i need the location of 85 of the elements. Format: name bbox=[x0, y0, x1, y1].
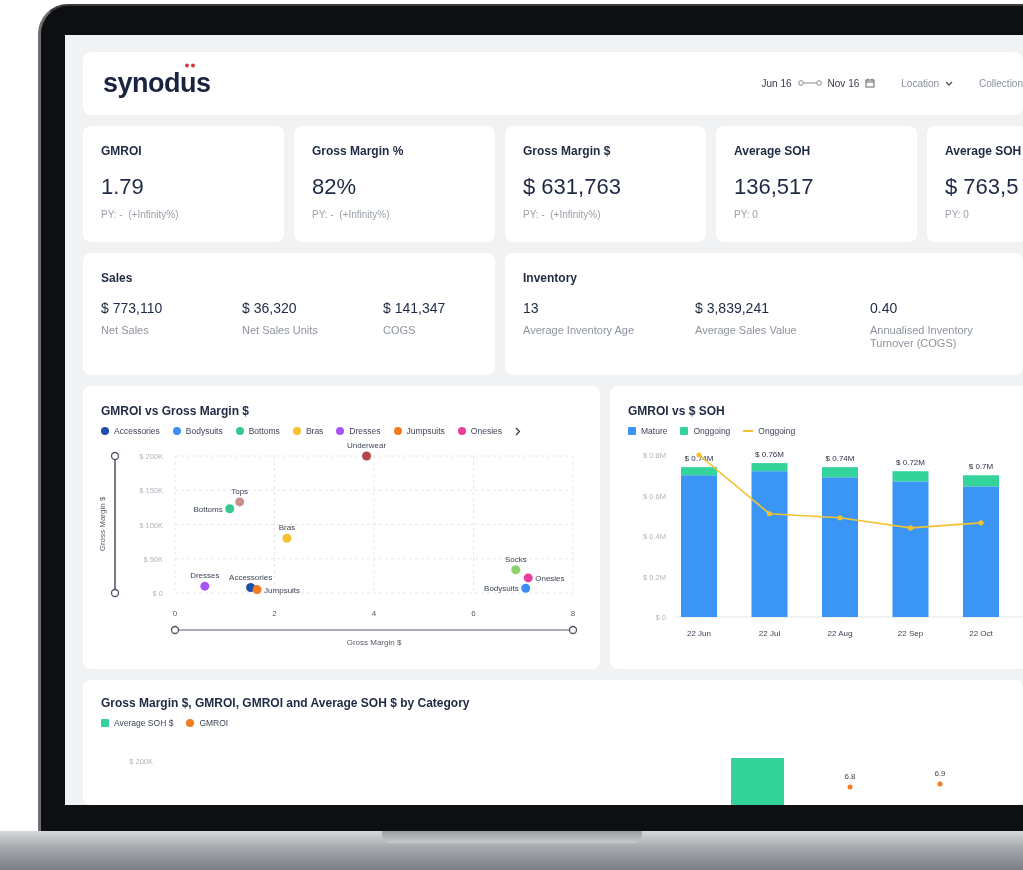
kpi-value: $ 631,763 bbox=[523, 173, 622, 200]
axis-tick-label: 22 Oct bbox=[969, 629, 993, 639]
chart-title: GMROI vs $ SOH bbox=[628, 404, 726, 419]
axis-tick-label: 2 bbox=[272, 609, 277, 619]
bar-value-label: $ 0.74M bbox=[825, 454, 855, 464]
kpi-title: Gross Margin % bbox=[312, 143, 405, 158]
metric-label: COGS bbox=[383, 324, 417, 338]
legend-item: Average SOH $ bbox=[101, 718, 174, 728]
date-range-picker[interactable]: Jun 16 Nov 16 bbox=[761, 77, 876, 89]
point-label: Bodysuits bbox=[484, 584, 519, 594]
axis-tick-label: 6 bbox=[471, 609, 476, 619]
point-label: 6.9 bbox=[934, 769, 946, 778]
point-label: Dresses bbox=[190, 571, 220, 581]
chevron-right-icon[interactable] bbox=[515, 426, 521, 436]
point-label: Jumpsuits bbox=[264, 586, 301, 596]
point-label: 6.8 bbox=[844, 772, 856, 781]
x-range-slider[interactable] bbox=[170, 626, 578, 635]
point-label: Underwear bbox=[346, 441, 387, 451]
legend-item: Bodysuits bbox=[172, 426, 223, 437]
kpi-value: 82% bbox=[312, 173, 358, 200]
range-slider-icon bbox=[797, 80, 822, 87]
kpi-comparison: PY: 0 bbox=[734, 208, 759, 220]
kpi-comparison: PY: - (+Infinity%) bbox=[101, 208, 180, 220]
point-label: Onesies bbox=[535, 574, 565, 584]
chart-title: GMROI vs Gross Margin $ bbox=[101, 404, 251, 419]
point-label: Bottoms bbox=[193, 505, 223, 515]
bar-value-label: $ 0.76M bbox=[755, 450, 784, 460]
legend-item: Bottoms bbox=[235, 426, 280, 437]
metric-label: Net Sales bbox=[101, 324, 150, 338]
kpi-title: Average SOH bbox=[734, 143, 812, 158]
legend-item: GMROI bbox=[186, 718, 229, 728]
metric-value: $ 36,320 bbox=[242, 300, 298, 317]
axis-tick-label: 8 bbox=[570, 609, 576, 619]
legend-item: Jumpsuits bbox=[393, 426, 445, 437]
kpi-title: Gross Margin $ bbox=[523, 143, 612, 158]
axis-tick-label: 22 Aug bbox=[827, 629, 853, 639]
axis-tick-label: 22 Jun bbox=[687, 629, 711, 639]
legend-item: Onesies bbox=[457, 426, 502, 437]
axis-tick-label: 22 Sep bbox=[897, 629, 924, 639]
bar bbox=[731, 758, 784, 805]
point-label: Accessories bbox=[229, 572, 273, 582]
kpi-comparison: PY: 0 bbox=[945, 208, 970, 220]
kpi-value: 136,517 bbox=[734, 173, 815, 200]
axis-tick-label: 4 bbox=[371, 609, 377, 619]
metric-label: Average Sales Value bbox=[695, 324, 798, 338]
legend-item: Onggoing bbox=[680, 426, 731, 437]
axis-tick-label: 0 bbox=[172, 609, 178, 619]
calendar-icon bbox=[865, 78, 876, 89]
metric-value: 13 bbox=[523, 300, 540, 317]
logo-dots-icon bbox=[184, 63, 196, 69]
axis-tick-label: 22 Jul bbox=[758, 629, 781, 639]
metric-label: Net Sales Units bbox=[242, 324, 319, 338]
kpi-comparison: PY: - (+Infinity%) bbox=[312, 208, 391, 220]
metric-value: 0.40 bbox=[870, 300, 899, 317]
filter-dropdown[interactable]: Collection bbox=[979, 77, 1023, 89]
kpi-comparison: PY: - (+Infinity%) bbox=[523, 208, 602, 220]
metric-label: Annualised Inventory Turnover (COGS) bbox=[870, 324, 974, 351]
kpi-value: 1.79 bbox=[101, 173, 145, 200]
filter-dropdown[interactable]: Location bbox=[901, 77, 954, 89]
card-title: Sales bbox=[101, 271, 134, 286]
metric-value: $ 773,110 bbox=[101, 300, 164, 317]
bar-value-label: $ 0.72M bbox=[896, 458, 925, 468]
axis-title: Gross Margin $ bbox=[98, 497, 107, 552]
data-point bbox=[847, 784, 853, 790]
card-title: Inventory bbox=[523, 271, 578, 286]
legend-item: Onggoing bbox=[743, 426, 796, 437]
legend-item: Bras bbox=[292, 426, 324, 437]
kpi-title: GMROI bbox=[101, 143, 143, 158]
point-label: Bras bbox=[278, 523, 296, 533]
kpi-value: $ 763,5 bbox=[945, 173, 1020, 200]
legend-item: Mature bbox=[628, 426, 668, 437]
data-point bbox=[937, 781, 943, 787]
metric-label: Average Inventory Age bbox=[523, 324, 636, 338]
logo-text: synodus bbox=[103, 68, 211, 99]
point-label: Socks bbox=[504, 555, 527, 565]
legend-item: Dresses bbox=[336, 426, 381, 437]
chart-title: Gross Margin $, GMROI, GMROI and Average SOH $ by Category bbox=[101, 696, 471, 710]
legend-item: Accessories bbox=[101, 426, 160, 437]
kpi-title: Average SOH bbox=[945, 143, 1023, 158]
point-label: Tops bbox=[231, 487, 249, 497]
metric-value: $ 3,839,241 bbox=[695, 300, 770, 317]
metric-value: $ 141,347 bbox=[383, 300, 447, 317]
axis-title: Gross Margin $ bbox=[346, 638, 402, 648]
y-range-slider[interactable] bbox=[110, 452, 120, 598]
bar-value-label: $ 0.7M bbox=[968, 462, 994, 472]
